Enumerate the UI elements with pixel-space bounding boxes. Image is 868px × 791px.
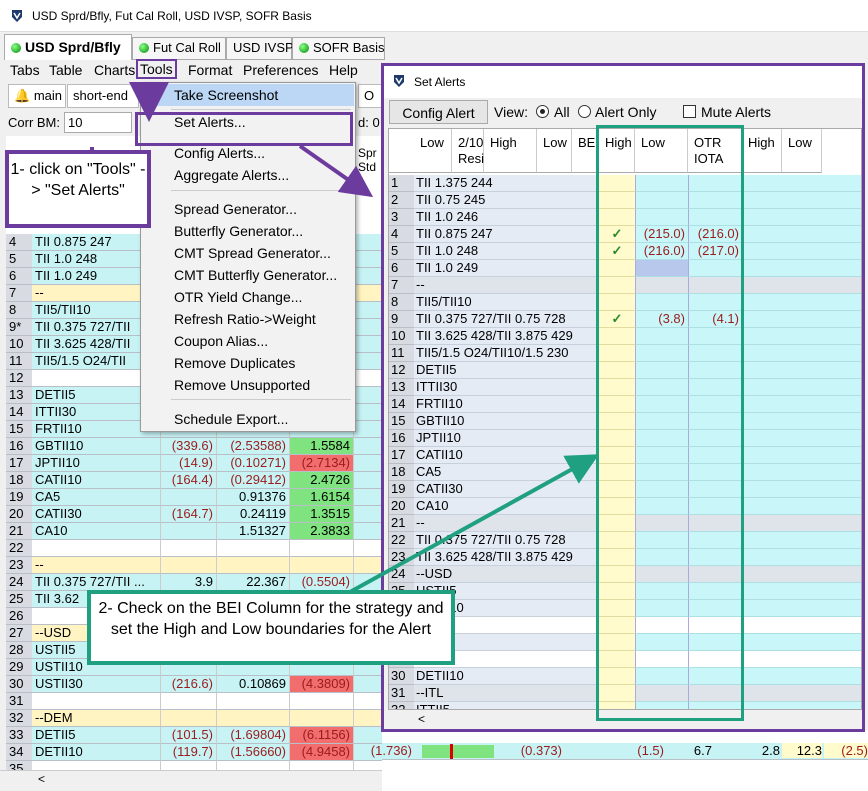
annotation-arrows — [90, 82, 600, 594]
callout-step-2: 2- Check on the BEI Column for the strat… — [87, 590, 455, 665]
arrow-to-bei — [349, 454, 600, 594]
callout-step-1: 1- click on "Tools" -> "Set Alerts" — [5, 150, 151, 228]
arrow-to-dialog — [298, 144, 374, 198]
